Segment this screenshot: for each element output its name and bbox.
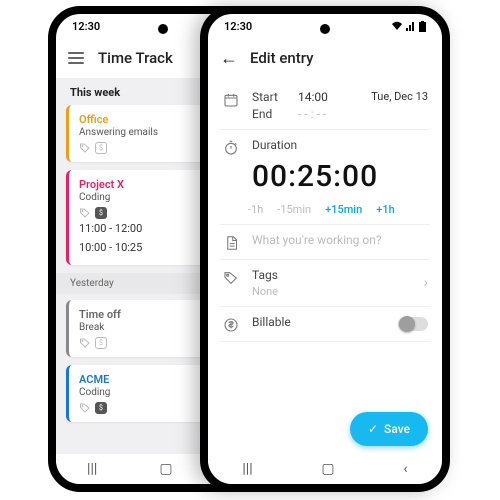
week-label: This week xyxy=(70,86,120,99)
battery-icon xyxy=(419,21,426,32)
end-time[interactable]: - - : - - xyxy=(292,107,428,121)
dollar-icon xyxy=(222,315,240,333)
status-time: 12:30 xyxy=(72,20,100,33)
camera-cutout xyxy=(320,24,330,34)
stopwatch-icon xyxy=(222,138,240,156)
description-row[interactable]: What you're working on? xyxy=(222,225,428,259)
wifi-icon xyxy=(391,21,403,31)
start-time[interactable]: 14:00 xyxy=(292,90,371,104)
app-title: Time Track xyxy=(98,49,173,67)
tag-icon xyxy=(79,402,91,414)
tags-row[interactable]: Tags None › xyxy=(222,260,428,306)
billable-label: Billable xyxy=(252,315,386,329)
calendar-icon xyxy=(222,90,240,108)
billable-icon: $ xyxy=(95,402,107,414)
back-icon[interactable]: ← xyxy=(220,48,238,69)
tags-label: Tags xyxy=(252,268,412,282)
recent-apps-icon[interactable]: ||| xyxy=(87,461,97,477)
billable-icon: $ xyxy=(95,142,107,154)
tag-icon xyxy=(79,207,91,219)
app-bar: ← Edit entry xyxy=(208,38,442,78)
document-icon xyxy=(222,233,240,251)
status-time: 12:30 xyxy=(224,20,252,33)
description-input[interactable]: What you're working on? xyxy=(252,233,382,247)
save-button[interactable]: ✓ Save xyxy=(350,412,428,446)
minus-15m-button[interactable]: -15min xyxy=(277,203,311,216)
camera-cutout xyxy=(158,24,168,34)
tag-icon xyxy=(79,337,91,349)
billable-icon: $ xyxy=(95,207,107,219)
status-icons xyxy=(391,21,426,32)
duration-label: Duration xyxy=(252,138,428,152)
home-icon[interactable]: ▢ xyxy=(159,461,172,477)
billable-icon: $ xyxy=(95,337,107,349)
recent-apps-icon[interactable]: ||| xyxy=(242,461,252,477)
duration-row: Duration 00:25:00 -1h -15min +15min +1h xyxy=(222,130,428,224)
duration-value[interactable]: 00:25:00 xyxy=(252,155,428,200)
start-date[interactable]: Tue, Dec 13 xyxy=(371,90,428,104)
back-nav-icon[interactable]: ‹ xyxy=(403,461,407,477)
tag-icon xyxy=(222,268,240,286)
billable-row: Billable xyxy=(222,307,428,341)
billable-toggle[interactable] xyxy=(398,317,428,331)
start-label: Start xyxy=(252,90,292,104)
tag-icon xyxy=(79,142,91,154)
menu-icon[interactable] xyxy=(68,52,84,64)
time-row: Start 14:00 Tue, Dec 13 End - - : - - xyxy=(222,82,428,129)
home-icon[interactable]: ▢ xyxy=(321,461,334,477)
chevron-right-icon: › xyxy=(424,275,428,291)
minus-1h-button[interactable]: -1h xyxy=(248,203,263,216)
plus-15m-button[interactable]: +15min xyxy=(325,203,362,216)
edit-entry-content: Start 14:00 Tue, Dec 13 End - - : - - Du… xyxy=(208,78,442,346)
check-icon: ✓ xyxy=(368,422,378,436)
duration-adjust: -1h -15min +15min +1h xyxy=(248,203,428,216)
tags-value: None xyxy=(252,285,412,298)
end-label: End xyxy=(252,107,292,121)
android-navbar: ||| ▢ ‹ xyxy=(208,454,442,484)
phone-right: 12:30 ← Edit entry Start 14:00 Tue, Dec … xyxy=(200,6,450,492)
screen-title: Edit entry xyxy=(250,49,314,67)
plus-1h-button[interactable]: +1h xyxy=(376,203,394,216)
save-label: Save xyxy=(384,422,410,436)
signal-icon xyxy=(406,21,416,31)
